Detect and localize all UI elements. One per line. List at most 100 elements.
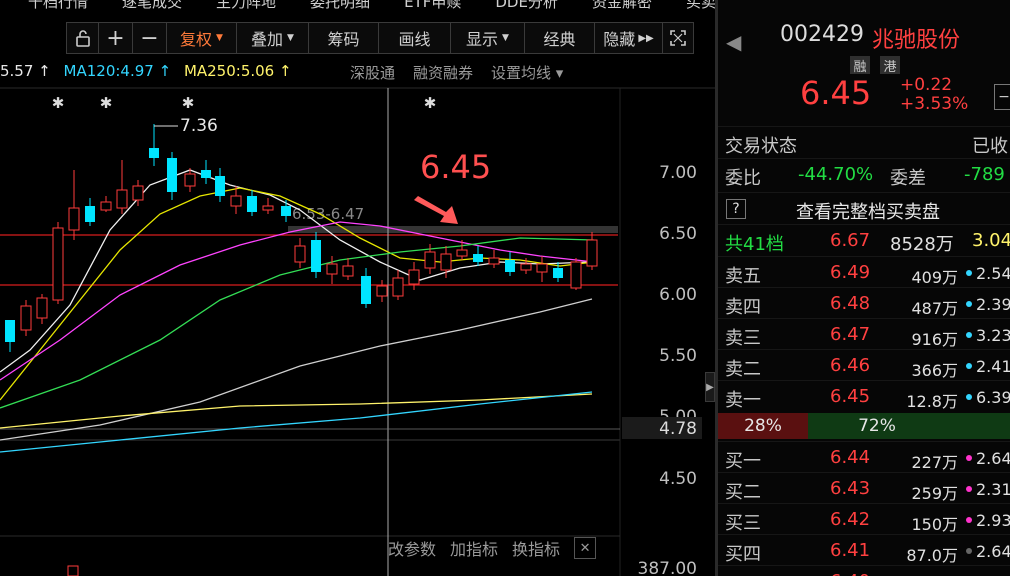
summary-volume: 8528万 [890, 234, 954, 255]
top-tab[interactable]: 主力阵地 [216, 0, 276, 12]
order-book-row[interactable]: 买五6.40114万1.48 [718, 565, 1010, 576]
volume-axis-label: 387.00 [638, 559, 697, 576]
status-value: 已收 [972, 136, 1008, 157]
margin-trading-link[interactable]: 融资融券 [413, 62, 473, 83]
quote-header: ◀ 002429 兆驰股份 融 港 6.45 +0.22 +3.53% − [718, 0, 1010, 122]
hk-connect-link[interactable]: 深股通 [350, 62, 395, 83]
zoom-in-icon: + [106, 25, 125, 51]
chevron-down-icon: ▼ [287, 33, 294, 43]
chevron-down-icon: ▼ [502, 33, 509, 43]
fullscreen-button[interactable] [663, 23, 693, 53]
chevron-down-icon: ▼ [216, 33, 223, 43]
stock-code: 002429 [780, 22, 864, 47]
top-tab[interactable]: 买卖力道 [686, 0, 717, 12]
level-label: 卖一 [725, 390, 761, 411]
candle-body-up [326, 263, 338, 275]
candle-body-down [473, 254, 483, 262]
top-tab[interactable]: 千档行情 [28, 0, 88, 12]
level-dot [966, 455, 972, 461]
top-tab[interactable]: 逐笔成交 [122, 0, 182, 12]
candle-body-up [20, 305, 32, 331]
chart-toolbar: + − 复权 ▼ 叠加 ▼ 筹码 画线 显示 ▼ 经典 隐藏 ▶▶ [66, 22, 694, 54]
display-dropdown[interactable]: 显示 ▼ [451, 23, 525, 53]
order-book-row[interactable]: 买一 6.44 227万 2.64 [718, 441, 1010, 472]
margin-tag: 融 [850, 56, 870, 75]
fullscreen-icon [670, 30, 686, 46]
event-star-icon: ✱ [52, 94, 65, 112]
candle-body-up [184, 173, 196, 187]
order-book-row[interactable]: 买三 6.42 150万 2.93 [718, 503, 1010, 534]
candle-body-down [5, 320, 15, 342]
candle-body-up [116, 189, 128, 209]
level-price: 6.42 [830, 509, 871, 530]
classic-label: 经典 [543, 30, 576, 49]
question-icon: ? [726, 199, 746, 219]
fuquan-dropdown[interactable]: 复权 ▼ [167, 23, 237, 53]
candle-body-up [262, 205, 274, 211]
last-price: 6.45 [800, 74, 872, 112]
order-book-row[interactable]: 买四 6.41 87.0万 2.64 [718, 534, 1010, 565]
order-book-row[interactable]: 买二 6.43 259万 2.31 [718, 472, 1010, 503]
top-tab[interactable]: DDE分析 [495, 0, 558, 12]
level-price: 6.47 [830, 324, 871, 345]
edit-params-link[interactable]: 改参数 [388, 536, 436, 560]
level-label: 卖四 [725, 297, 761, 318]
chip-button[interactable]: 筹码 [309, 23, 379, 53]
order-book-row[interactable]: 卖一 6.45 12.8万 6.39 [718, 380, 1010, 411]
candle-body-down [247, 196, 257, 212]
candle-body-down [311, 240, 321, 272]
price-zone-band [288, 226, 618, 233]
switch-indicator-link[interactable]: 换指标 [512, 536, 560, 560]
level-price: 6.44 [830, 447, 871, 468]
top-tab-strip: 千档行情逐笔成交主力阵地委托明细ETF申赎DDE分析资金解密买卖力道分时资金 [0, 0, 717, 18]
candle-body-up [586, 239, 598, 267]
weicha-value: -789 [964, 164, 1005, 185]
candle-body-up [456, 249, 468, 257]
candle-body-up [424, 251, 436, 269]
candlestick-chart[interactable]: 7.006.506.005.505.004.504.78387.006.53-6… [0, 86, 717, 576]
level-dot [966, 270, 972, 276]
weibi-row: 委比 -44.70% 委差 -789 [718, 158, 1010, 189]
hide-label: 隐藏 [603, 30, 636, 49]
level-label: 买五 [725, 571, 761, 576]
hide-button[interactable]: 隐藏 ▶▶ [595, 23, 663, 53]
ma120-line [0, 391, 593, 453]
collapse-panel-handle[interactable]: ▶ [705, 372, 715, 402]
fuquan-label: 复权 [180, 30, 213, 49]
order-book-row[interactable]: 卖二 6.46 366万 2.41 [718, 349, 1010, 380]
level-pct: 2.54 [976, 264, 1010, 283]
add-indicator-link[interactable]: 加指标 [450, 536, 498, 560]
event-star-icon: ✱ [182, 94, 195, 112]
top-tab[interactable]: 资金解密 [592, 0, 652, 12]
full-book-link[interactable]: 查看完整档买卖盘 [796, 198, 940, 224]
classic-button[interactable]: 经典 [525, 23, 595, 53]
order-book-row[interactable]: 卖三 6.47 916万 3.23 [718, 318, 1010, 349]
full-book-row[interactable]: ? 查看完整档买卖盘 [718, 192, 1010, 223]
order-book-row[interactable]: 卖四 6.48 487万 2.39 [718, 287, 1010, 318]
annotation-arrow-icon [414, 196, 458, 224]
level-pct: 6.39 [976, 388, 1010, 407]
close-icon[interactable]: ✕ [574, 537, 597, 559]
weibi-value: -44.70% [798, 164, 874, 185]
candle-body-up [294, 245, 306, 263]
summary-pct: 3.04 [972, 230, 1010, 251]
menu-box-icon[interactable]: − [994, 84, 1010, 110]
draw-line-button[interactable]: 画线 [379, 23, 451, 53]
top-tab[interactable]: ETF申赎 [404, 0, 461, 12]
order-book-row[interactable]: 卖五 6.49 409万 2.54 [718, 256, 1010, 287]
candle-body-up [132, 185, 144, 201]
level-label: 买三 [725, 513, 761, 534]
level-dot [966, 486, 972, 492]
unlock-button[interactable] [67, 23, 99, 53]
zoom-in-button[interactable]: + [99, 23, 133, 53]
overlay-dropdown[interactable]: 叠加 ▼ [237, 23, 309, 53]
level-pct: 2.64 [976, 542, 1010, 561]
weicha-label: 委差 [890, 168, 926, 189]
top-tab[interactable]: 委托明细 [310, 0, 370, 12]
zoom-out-button[interactable]: − [133, 23, 167, 53]
candle-body-up [36, 297, 48, 319]
back-arrow-icon[interactable]: ◀ [726, 30, 741, 54]
ma-settings-link[interactable]: 设置均线 ▾ [491, 62, 563, 83]
level-volume: 487万 [911, 299, 958, 318]
candle-body-up [440, 253, 452, 271]
